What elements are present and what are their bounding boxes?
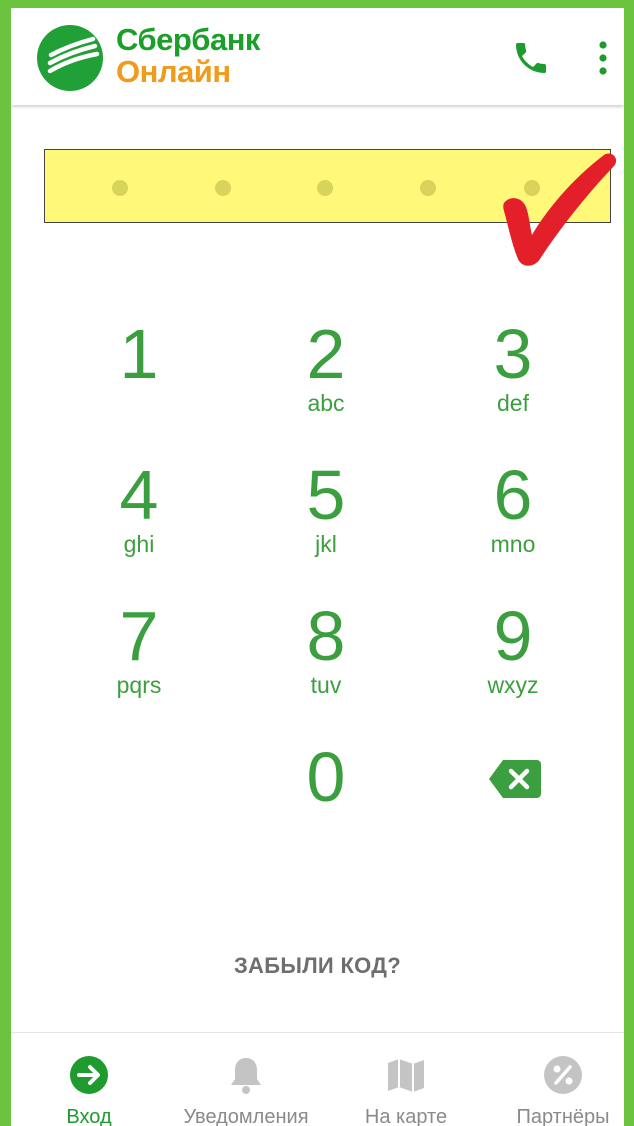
pin-dot [317,180,333,196]
login-arrow-icon [70,1056,108,1094]
key-digit: 3 [493,315,533,393]
key-letters: ghi [123,531,155,557]
more-vertical-icon[interactable] [593,40,613,76]
phone-icon[interactable] [511,38,551,78]
nav-label: На карте [364,1106,448,1126]
key-5[interactable]: 5 jkl [251,457,401,577]
key-digit: 9 [493,597,533,675]
key-9[interactable]: 9 wxyz [438,598,588,718]
key-3[interactable]: 3 def [438,316,588,436]
key-7[interactable]: 7 pqrs [64,598,214,718]
key-digit: 2 [306,315,346,393]
nav-label: Вход [66,1106,112,1126]
brand-subtitle: Онлайн [116,54,231,89]
bell-icon [231,1058,261,1094]
key-letters: jkl [315,531,337,557]
key-digit: 0 [306,738,346,816]
app-frame: Сбербанк Онлайн 1 2 abc 3 def 4 ghi 5 jk… [0,0,634,1126]
backspace-icon[interactable] [489,760,541,798]
key-4[interactable]: 4 ghi [64,457,214,577]
red-checkmark-icon [503,153,617,266]
brand-name: Сбербанк [116,22,260,57]
key-letters: def [497,390,529,416]
map-icon [388,1059,424,1092]
key-letters: abc [307,390,345,416]
pin-dot [215,180,231,196]
key-0[interactable]: 0 [251,739,401,859]
key-digit: 6 [493,456,533,534]
forgot-code-link[interactable]: ЗАБЫЛИ КОД? [11,952,624,980]
pin-dot [420,180,436,196]
key-digit: 4 [119,456,159,534]
nav-item-partners[interactable]: Партнёры [501,1033,624,1126]
percent-icon [544,1056,582,1094]
key-letters: tuv [310,672,342,698]
key-letters: wxyz [487,672,539,698]
nav-item-notifications[interactable]: Уведомления [171,1033,321,1126]
key-letters: mno [490,531,536,557]
app-header: Сбербанк Онлайн [11,8,624,105]
key-8[interactable]: 8 tuv [251,598,401,718]
key-letters: pqrs [116,672,162,698]
key-digit: 5 [306,456,346,534]
key-digit: 7 [119,597,159,675]
pin-dot [112,180,128,196]
sberbank-logo-icon [37,25,103,91]
nav-label: Уведомления [183,1106,309,1126]
key-2[interactable]: 2 abc [251,316,401,436]
nav-item-map[interactable]: На карте [351,1033,461,1126]
nav-item-login[interactable]: Вход [41,1033,137,1126]
key-6[interactable]: 6 mno [438,457,588,577]
key-1[interactable]: 1 [64,316,214,436]
key-digit: 8 [306,597,346,675]
bottom-navigation: Вход Уведомления На карте Партнёры [11,1032,624,1126]
nav-label: Партнёры [516,1106,610,1126]
key-digit: 1 [119,315,159,393]
